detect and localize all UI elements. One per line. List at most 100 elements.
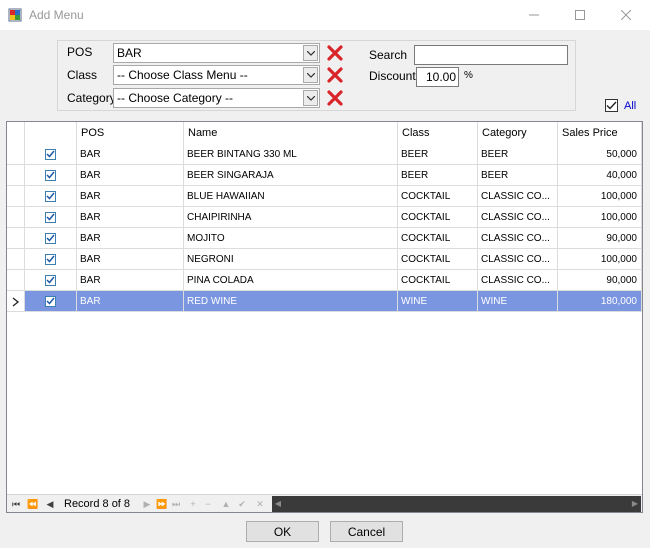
cell-name[interactable]: CHAIPIRINHA (184, 207, 398, 228)
table-row[interactable]: BAR NEGRONI COCKTAIL CLASSIC CO... 100,000 (7, 249, 642, 270)
cell-pos[interactable]: BAR (77, 207, 184, 228)
row-select-cell[interactable] (25, 249, 77, 270)
row-checkbox[interactable] (45, 232, 56, 244)
last-record-icon[interactable]: ⏭ (171, 498, 181, 510)
row-checkbox[interactable] (45, 169, 56, 181)
edit-record-icon[interactable]: ▲ (221, 498, 231, 510)
cell-class[interactable]: COCKTAIL (398, 207, 478, 228)
row-indicator[interactable] (7, 144, 25, 165)
cell-pos[interactable]: BAR (77, 291, 184, 312)
cell-sales-price[interactable]: 90,000 (558, 270, 642, 291)
row-select-cell[interactable] (25, 207, 77, 228)
horizontal-scrollbar[interactable]: ◀ ▶ (272, 496, 641, 512)
cell-name[interactable]: BLUE HAWAIIAN (184, 186, 398, 207)
table-row[interactable]: BAR RED WINE WINE WINE 180,000 (7, 291, 642, 312)
row-checkbox[interactable] (45, 295, 56, 307)
row-checkbox[interactable] (45, 253, 56, 265)
cell-category[interactable]: CLASSIC CO... (478, 228, 558, 249)
ok-button[interactable]: OK (246, 521, 319, 542)
table-row[interactable]: BAR BEER BINTANG 330 ML BEER BEER 50,000 (7, 144, 642, 165)
cell-name[interactable]: BEER BINTANG 330 ML (184, 144, 398, 165)
table-row[interactable]: BAR CHAIPIRINHA COCKTAIL CLASSIC CO... 100,0… (7, 207, 642, 228)
chevron-down-icon[interactable] (303, 67, 318, 83)
cell-category[interactable]: CLASSIC CO... (478, 186, 558, 207)
cell-pos[interactable]: BAR (77, 249, 184, 270)
cancel-button[interactable]: Cancel (330, 521, 403, 542)
category-select[interactable]: -- Choose Category -- (113, 88, 320, 108)
cell-category[interactable]: CLASSIC CO... (478, 249, 558, 270)
minimize-button[interactable] (511, 0, 557, 30)
cell-category[interactable]: WINE (478, 291, 558, 312)
chevron-down-icon[interactable] (303, 45, 318, 61)
cell-sales-price[interactable]: 100,000 (558, 249, 642, 270)
cell-pos[interactable]: BAR (77, 186, 184, 207)
cell-name[interactable]: NEGRONI (184, 249, 398, 270)
cell-class[interactable]: COCKTAIL (398, 228, 478, 249)
prev-page-icon[interactable]: ⏪ (27, 498, 38, 510)
header-pos[interactable]: POS (77, 122, 184, 144)
cell-name[interactable]: MOJITO (184, 228, 398, 249)
row-select-cell[interactable] (25, 165, 77, 186)
cancel-record-icon[interactable]: ✕ (255, 498, 265, 510)
all-checkbox[interactable] (605, 99, 618, 113)
row-checkbox[interactable] (45, 190, 56, 202)
header-sales-price[interactable]: Sales Price (558, 122, 642, 144)
all-label[interactable]: All (624, 100, 636, 112)
header-category[interactable]: Category (478, 122, 558, 144)
cell-sales-price[interactable]: 100,000 (558, 207, 642, 228)
prev-record-icon[interactable]: ◀ (45, 498, 55, 510)
clear-class-icon[interactable] (326, 66, 344, 84)
cell-sales-price[interactable]: 50,000 (558, 144, 642, 165)
cell-category[interactable]: BEER (478, 165, 558, 186)
scroll-left-icon[interactable]: ◀ (272, 496, 284, 512)
row-indicator[interactable] (7, 228, 25, 249)
cell-category[interactable]: CLASSIC CO... (478, 270, 558, 291)
confirm-record-icon[interactable]: ✔ (237, 498, 247, 510)
cell-sales-price[interactable]: 90,000 (558, 228, 642, 249)
row-checkbox[interactable] (45, 211, 56, 223)
add-record-icon[interactable]: + (188, 498, 198, 510)
row-indicator[interactable] (7, 165, 25, 186)
cell-sales-price[interactable]: 40,000 (558, 165, 642, 186)
table-row[interactable]: BAR PINA COLADA COCKTAIL CLASSIC CO... 90,00… (7, 270, 642, 291)
row-indicator[interactable] (7, 207, 25, 228)
pos-select[interactable]: BAR (113, 43, 320, 63)
cell-category[interactable]: CLASSIC CO... (478, 207, 558, 228)
scroll-right-icon[interactable]: ▶ (629, 496, 641, 512)
first-record-icon[interactable]: ⏮ (11, 498, 21, 510)
cell-pos[interactable]: BAR (77, 228, 184, 249)
cell-sales-price[interactable]: 100,000 (558, 186, 642, 207)
cell-class[interactable]: BEER (398, 144, 478, 165)
row-indicator[interactable] (7, 249, 25, 270)
next-page-icon[interactable]: ⏩ (156, 498, 167, 510)
cell-class[interactable]: WINE (398, 291, 478, 312)
row-select-cell[interactable] (25, 144, 77, 165)
cell-name[interactable]: PINA COLADA (184, 270, 398, 291)
row-checkbox[interactable] (45, 274, 56, 286)
row-indicator[interactable] (7, 270, 25, 291)
table-row[interactable]: BAR MOJITO COCKTAIL CLASSIC CO... 90,000 (7, 228, 642, 249)
header-name[interactable]: Name (184, 122, 398, 144)
cell-name[interactable]: BEER SINGARAJA (184, 165, 398, 186)
cell-class[interactable]: COCKTAIL (398, 186, 478, 207)
next-record-icon[interactable]: ▶ (142, 498, 152, 510)
row-checkbox[interactable] (45, 148, 56, 160)
header-class[interactable]: Class (398, 122, 478, 144)
cell-pos[interactable]: BAR (77, 165, 184, 186)
row-select-cell[interactable] (25, 186, 77, 207)
close-button[interactable] (603, 0, 649, 30)
row-indicator[interactable] (7, 186, 25, 207)
row-indicator[interactable] (7, 291, 25, 312)
class-select[interactable]: -- Choose Class Menu -- (113, 65, 320, 85)
clear-category-icon[interactable] (326, 89, 344, 107)
discount-input[interactable]: 10.00 (416, 67, 459, 87)
row-select-cell[interactable] (25, 270, 77, 291)
remove-record-icon[interactable]: − (203, 498, 213, 510)
cell-class[interactable]: COCKTAIL (398, 249, 478, 270)
cell-class[interactable]: COCKTAIL (398, 270, 478, 291)
search-input[interactable] (414, 45, 568, 65)
cell-pos[interactable]: BAR (77, 144, 184, 165)
row-select-cell[interactable] (25, 291, 77, 312)
maximize-button[interactable] (557, 0, 603, 30)
table-row[interactable]: BAR BEER SINGARAJA BEER BEER 40,000 (7, 165, 642, 186)
